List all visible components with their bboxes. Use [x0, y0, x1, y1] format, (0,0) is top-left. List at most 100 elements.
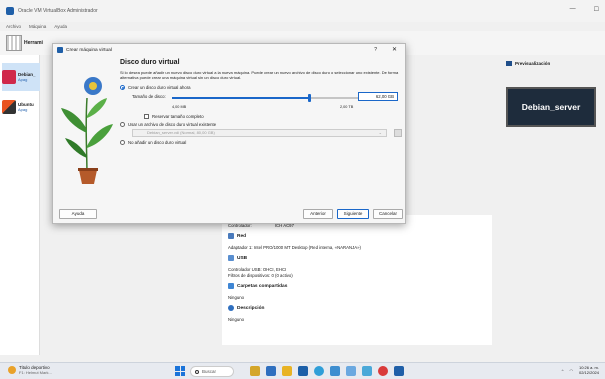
virtualbox-icon: [6, 7, 14, 15]
weather-widget[interactable]: Titulo deportivo F1: Helmut Mark...: [8, 365, 52, 375]
reserve-checkbox[interactable]: [144, 113, 149, 119]
vm-item-ubuntu[interactable]: Ubuntu Apag: [2, 93, 40, 121]
disk-size-slider[interactable]: [172, 94, 362, 102]
debian-logo-icon: [2, 70, 16, 84]
option-label: No añadir un disco duro virtual: [128, 139, 187, 145]
window-controls: — ☐: [570, 6, 599, 13]
reserve-full-size[interactable]: Reservar tamaño completo: [144, 112, 402, 120]
option-label: Crear un disco duro virtual ahora: [128, 84, 191, 90]
option-no-disk[interactable]: No añadir un disco duro virtual: [120, 138, 402, 146]
weather-subtitle: F1: Helmut Mark...: [19, 370, 52, 375]
chevron-up-icon[interactable]: ^: [562, 368, 564, 373]
radio-no-disk[interactable]: [120, 139, 125, 145]
back-button[interactable]: Anterior: [303, 209, 333, 219]
usb-controller: Controlador USB: OHCI, EHCI: [228, 267, 287, 272]
create-vm-dialog: Crear máquina virtual ? ✕ Disco duro vir…: [52, 43, 406, 224]
section-network[interactable]: Red: [228, 233, 246, 239]
menu-bar: Archivo Máquina Ayuda: [0, 22, 605, 31]
wifi-icon[interactable]: ◠: [569, 368, 573, 373]
dialog-content: Disco duro virtual Si lo desea puede aña…: [120, 59, 402, 146]
close-icon[interactable]: ✕: [392, 46, 397, 53]
cancel-button[interactable]: Cancelar: [373, 209, 403, 219]
checkbox-label: Reservar tamaño completo: [152, 113, 204, 119]
taskbar-app-icon[interactable]: [362, 366, 372, 376]
disk-size-row: Tamaño de disco: 62,00 GB: [132, 91, 402, 105]
window-title: Oracle VM VirtualBox Administrador: [18, 8, 98, 14]
page-description: Si lo desea puede añadir un nuevo disco …: [120, 70, 399, 80]
shared-value: Ninguno: [228, 295, 245, 300]
description-icon: [228, 305, 234, 311]
menu-help[interactable]: Ayuda: [54, 24, 67, 29]
radio-create[interactable]: [120, 84, 125, 90]
chrome-icon[interactable]: [378, 366, 388, 376]
preview-screen-text: Debian_server: [521, 102, 581, 112]
vm-state: Apag: [18, 107, 28, 112]
existing-file-row: Debian_server.vdi (Normal, 80,00 GB) ⌄: [132, 128, 402, 138]
tools-label[interactable]: Herrami: [24, 40, 43, 46]
size-range: 4,00 MB 2,00 TB: [172, 105, 402, 112]
vm-details: Controlador de audio: Windows DirectSoun…: [222, 215, 492, 345]
taskbar-app-icon[interactable]: [266, 366, 276, 376]
vm-list: Debian_ Apag Ubuntu Apag: [0, 55, 40, 355]
weather-icon: [8, 366, 16, 374]
minimize-icon[interactable]: —: [570, 6, 576, 13]
description-value: Ninguno: [228, 317, 245, 322]
page-heading: Disco duro virtual: [120, 59, 180, 66]
folder-browse-icon[interactable]: [394, 129, 402, 137]
file-explorer-icon[interactable]: [282, 366, 292, 376]
preview-title: Previsualización: [515, 61, 551, 66]
size-label: Tamaño de disco:: [132, 94, 166, 99]
tools-icon[interactable]: [6, 35, 22, 51]
ubuntu-logo-icon: [2, 100, 16, 114]
maximize-icon[interactable]: ☐: [594, 6, 599, 13]
taskbar-app-icon[interactable]: [250, 366, 260, 376]
slider-fill: [172, 97, 309, 99]
disk-size-input[interactable]: 62,00 GB: [358, 92, 398, 101]
section-title: Carpetas compartidas: [237, 283, 288, 289]
system-tray: ^ ◠ 10:26 a. m. 02/12/2024: [562, 365, 599, 375]
folder-icon: [228, 283, 234, 289]
section-shared-folders[interactable]: Carpetas compartidas: [228, 283, 287, 289]
help-icon[interactable]: ?: [374, 47, 377, 53]
taskbar-app-icon[interactable]: [298, 366, 308, 376]
existing-file-select[interactable]: Debian_server.vdi (Normal, 80,00 GB) ⌄: [132, 129, 387, 137]
windows-start-icon[interactable]: [175, 366, 185, 376]
usb-filters: Filtros de dispositivos: 0 (0 activo): [228, 273, 293, 278]
help-button[interactable]: Ayuda: [59, 209, 97, 219]
virtualbox-taskbar-icon[interactable]: [394, 366, 404, 376]
taskbar: Titulo deportivo F1: Helmut Mark... Busc…: [0, 362, 605, 379]
vm-item-debian[interactable]: Debian_ Apag: [2, 63, 40, 91]
slider-handle[interactable]: [307, 94, 311, 102]
size-max: 2,00 TB: [340, 105, 354, 109]
monitor-icon: [506, 61, 512, 66]
section-description[interactable]: Descripción: [228, 305, 264, 311]
section-title: USB: [237, 255, 248, 261]
taskbar-app-icon[interactable]: [330, 366, 340, 376]
vm-state: Apag: [18, 77, 28, 82]
clock-date: 02/12/2024: [578, 370, 599, 375]
next-button[interactable]: Siguiente: [337, 209, 369, 219]
search-icon: [195, 369, 199, 374]
option-existing-disk[interactable]: Usar un archivo de disco duro virtual ex…: [120, 120, 402, 128]
usb-icon: [228, 255, 234, 261]
preview-header: Previsualización: [506, 61, 550, 66]
size-min: 4,00 MB: [172, 105, 187, 109]
taskbar-app-icon[interactable]: [346, 366, 356, 376]
taskbar-search[interactable]: Buscar: [190, 366, 234, 377]
clock[interactable]: 10:26 a. m. 02/12/2024: [579, 365, 599, 375]
edge-icon[interactable]: [314, 366, 324, 376]
adapter-line: Adaptador 1: Intel PRO/1000 MT Desktop (…: [228, 245, 361, 250]
option-create-disk[interactable]: Crear un disco duro virtual ahora: [120, 83, 402, 91]
radio-existing[interactable]: [120, 121, 125, 127]
preview-panel: Previsualización Debian_server: [506, 55, 601, 355]
preview-screen: Debian_server: [506, 87, 596, 127]
menu-machine[interactable]: Máquina: [29, 24, 46, 29]
network-icon: [228, 233, 234, 239]
menu-file[interactable]: Archivo: [6, 24, 21, 29]
option-label: Usar un archivo de disco duro virtual ex…: [128, 121, 217, 127]
section-usb[interactable]: USB: [228, 255, 247, 261]
title-bar: Oracle VM VirtualBox Administrador — ☐: [0, 0, 605, 22]
plant-illustration-icon: [61, 77, 113, 184]
chevron-down-icon: ⌄: [378, 130, 382, 135]
dialog-title-bar: Crear máquina virtual: [53, 44, 407, 56]
